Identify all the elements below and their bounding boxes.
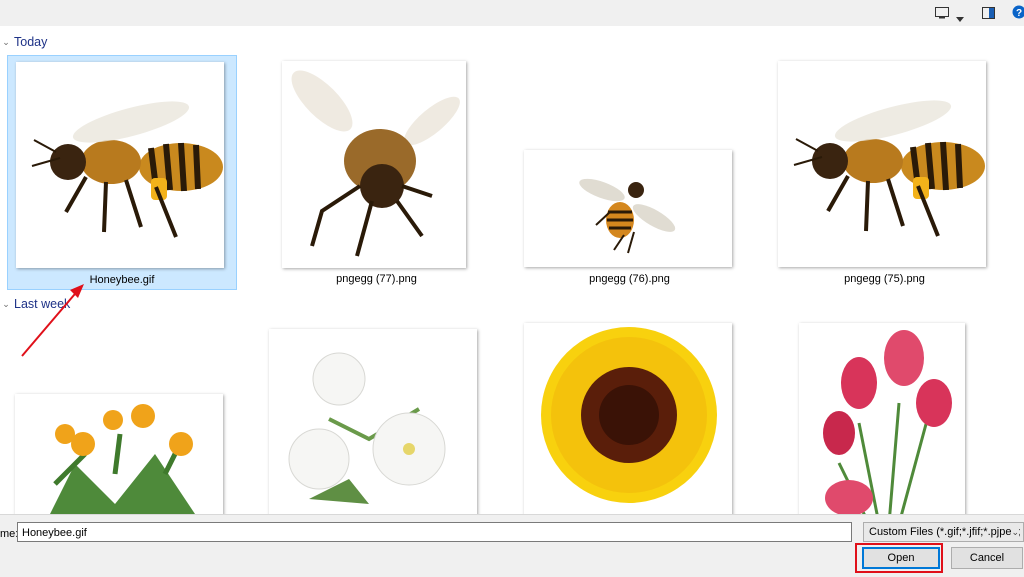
- group-header-last-week[interactable]: ⌄ Last week: [0, 297, 70, 311]
- file-thumbnail: [16, 62, 224, 268]
- file-item-tulips[interactable]: [772, 322, 997, 514]
- file-thumbnail: [269, 329, 477, 514]
- file-item-honeybee[interactable]: Honeybee.gif: [7, 55, 237, 290]
- chevron-down-icon: ⌄: [1011, 523, 1019, 541]
- file-name-label: pngegg (75).png: [772, 273, 997, 285]
- file-name-label: pngegg (77).png: [264, 273, 489, 285]
- group-header-today[interactable]: ⌄ Today: [0, 35, 47, 49]
- file-name-label: pngegg (76).png: [517, 273, 742, 285]
- cancel-button[interactable]: Cancel: [951, 547, 1023, 569]
- file-item-sunflower[interactable]: [517, 322, 742, 514]
- file-item-pngegg-77[interactable]: pngegg (77).png: [264, 55, 489, 290]
- chevron-down-icon[interactable]: ⌄: [0, 37, 12, 48]
- file-thumbnail: [524, 150, 732, 267]
- svg-text:?: ?: [1016, 8, 1022, 19]
- view-mode-icon[interactable]: [935, 6, 949, 24]
- file-name-input[interactable]: Honeybee.gif: [17, 522, 852, 542]
- file-name-label: Honeybee.gif: [8, 274, 236, 286]
- chevron-down-icon[interactable]: [956, 9, 964, 27]
- file-item-pngegg-76[interactable]: pngegg (76).png: [517, 55, 742, 290]
- help-icon[interactable]: ?: [1012, 5, 1024, 24]
- file-item-white-flowers[interactable]: [262, 322, 487, 514]
- file-thumbnail: [799, 323, 965, 514]
- file-name-field-label: me:: [0, 528, 18, 540]
- file-type-select[interactable]: Custom Files (*.gif;*.jfif;*.pjpeg; ⌄: [863, 522, 1024, 542]
- file-type-value: Custom Files (*.gif;*.jfif;*.pjpeg;: [869, 526, 1021, 538]
- preview-pane-icon[interactable]: [982, 6, 995, 24]
- view-toolbar: ?: [0, 0, 1024, 26]
- annotation-highlight-box: [855, 543, 943, 573]
- file-item-pngegg-75[interactable]: pngegg (75).png: [772, 55, 997, 290]
- file-thumbnail: [524, 323, 732, 514]
- file-list-pane: ⌄ Today Honeybee.gif: [0, 26, 1024, 514]
- group-title: Today: [14, 35, 47, 49]
- file-item-marigold[interactable]: [7, 322, 237, 514]
- chevron-down-icon[interactable]: ⌄: [0, 299, 12, 310]
- file-thumbnail: [15, 394, 223, 514]
- group-title: Last week: [14, 297, 70, 311]
- dialog-footer: me: Honeybee.gif Custom Files (*.gif;*.j…: [0, 514, 1024, 577]
- file-thumbnail: [282, 61, 466, 268]
- file-thumbnail: [778, 61, 986, 267]
